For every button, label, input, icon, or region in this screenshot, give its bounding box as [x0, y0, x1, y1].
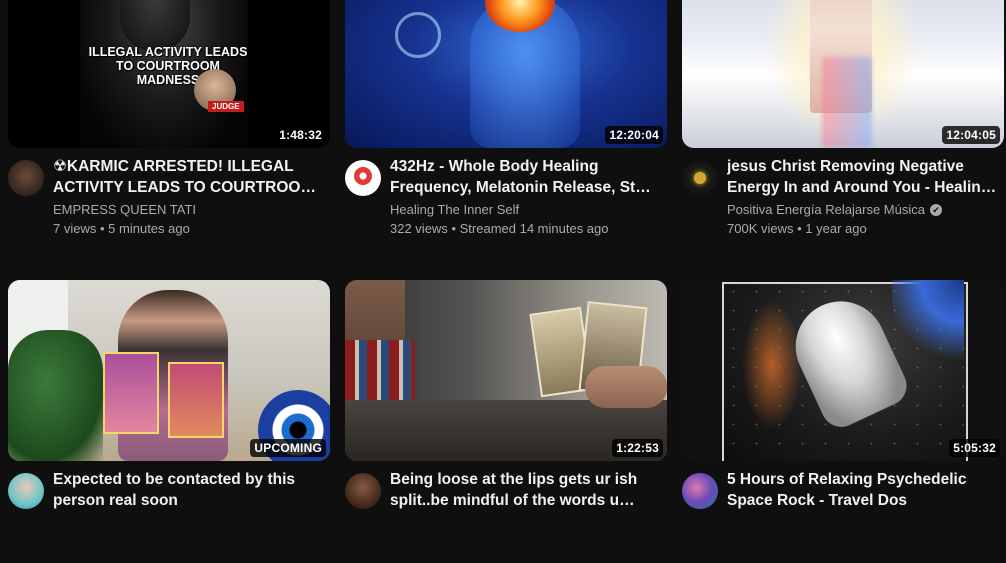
channel-avatar[interactable]: [8, 473, 44, 509]
channel-avatar[interactable]: [682, 473, 718, 509]
video-thumbnail[interactable]: 12:20:04: [345, 0, 667, 148]
video-thumbnail[interactable]: 5:05:32: [682, 280, 1004, 461]
video-card: 12:04:05 jesus Christ Removing Negative …: [682, 0, 1004, 250]
video-stats: 700K views • 1 year ago: [727, 221, 867, 236]
channel-avatar[interactable]: [8, 160, 44, 196]
video-thumbnail[interactable]: ILLEGAL ACTIVITY LEADS TO COURTROOM MADN…: [8, 0, 330, 148]
channel-name[interactable]: EMPRESS QUEEN TATI: [53, 200, 323, 219]
video-card: 5:05:32 5 Hours of Relaxing Psychedelic …: [682, 280, 1004, 563]
upcoming-badge: UPCOMING: [250, 439, 326, 457]
channel-name[interactable]: Positiva Energía Relajarse Música ✔: [727, 200, 997, 219]
video-thumbnail[interactable]: UPCOMING: [8, 280, 330, 461]
video-card: UPCOMING Expected to be contacted by thi…: [8, 280, 330, 563]
video-thumbnail[interactable]: 1:22:53: [345, 280, 667, 461]
duration-badge: 1:22:53: [612, 439, 663, 457]
video-title[interactable]: ☢KARMIC ARRESTED! ILLEGAL ACTIVITY LEADS…: [53, 157, 323, 198]
video-stats: 322 views • Streamed 14 minutes ago: [390, 221, 609, 236]
video-title[interactable]: Being loose at the lips gets ur ish spli…: [390, 470, 660, 511]
channel-avatar[interactable]: [682, 160, 718, 196]
video-card: 1:22:53 Being loose at the lips gets ur …: [345, 280, 667, 563]
video-card: 12:20:04 432Hz - Whole Body Healing Freq…: [345, 0, 667, 250]
duration-badge: 1:48:32: [275, 126, 326, 144]
channel-name[interactable]: Healing The Inner Self: [390, 200, 660, 219]
video-stats: 7 views • 5 minutes ago: [53, 221, 190, 236]
duration-badge: 5:05:32: [949, 439, 1000, 457]
video-title[interactable]: 432Hz - Whole Body Healing Frequency, Me…: [390, 157, 660, 198]
video-card: ILLEGAL ACTIVITY LEADS TO COURTROOM MADN…: [8, 0, 330, 250]
video-title[interactable]: Expected to be contacted by this person …: [53, 470, 323, 511]
channel-avatar[interactable]: [345, 160, 381, 196]
verified-icon: ✔: [929, 203, 942, 216]
duration-badge: 12:20:04: [605, 126, 663, 144]
duration-badge: 12:04:05: [942, 126, 1000, 144]
thumbnail-tag: JUDGE: [208, 101, 244, 112]
channel-avatar[interactable]: [345, 473, 381, 509]
video-title[interactable]: jesus Christ Removing Negative Energy In…: [727, 157, 997, 198]
video-title[interactable]: 5 Hours of Relaxing Psychedelic Space Ro…: [727, 470, 997, 511]
video-thumbnail[interactable]: 12:04:05: [682, 0, 1004, 148]
